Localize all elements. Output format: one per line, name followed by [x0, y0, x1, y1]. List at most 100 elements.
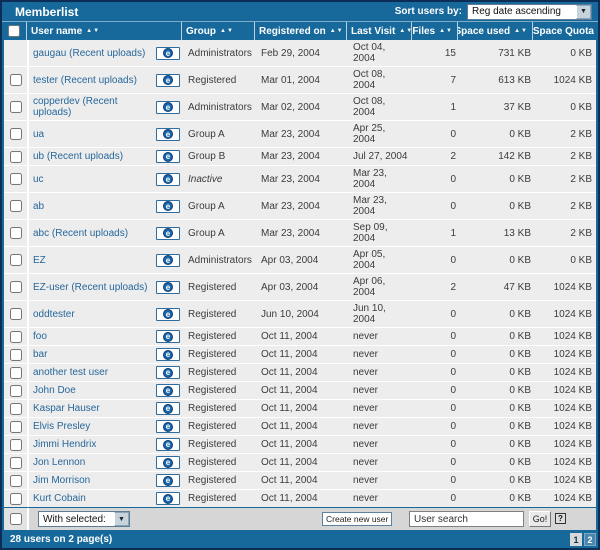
username-link[interactable]: Elvis Presley: [33, 421, 90, 432]
email-button[interactable]: e: [156, 420, 180, 433]
row-checkbox[interactable]: [10, 349, 22, 361]
row-checkbox[interactable]: [10, 227, 22, 239]
sort-select[interactable]: Reg date ascending ▼: [467, 4, 592, 20]
row-checkbox[interactable]: [10, 281, 22, 293]
username-cell: EZ: [29, 247, 152, 273]
username-link[interactable]: uc: [33, 174, 44, 185]
email-button[interactable]: e: [156, 456, 180, 469]
username-link[interactable]: another test user: [33, 367, 108, 378]
username-link[interactable]: Jimmi Hendrix: [33, 439, 96, 450]
email-button[interactable]: e: [156, 402, 180, 415]
email-button[interactable]: e: [156, 47, 180, 60]
header-group[interactable]: Group ▲▼: [182, 22, 255, 40]
row-checkbox[interactable]: [10, 421, 22, 433]
files-cell: 0: [414, 301, 460, 327]
email-button[interactable]: e: [156, 308, 180, 321]
email-button[interactable]: e: [156, 150, 180, 163]
bulk-select-checkbox[interactable]: [10, 513, 22, 525]
sort-arrows-icon[interactable]: ▲▼: [439, 28, 453, 34]
username-link[interactable]: Jon Lennon: [33, 457, 85, 468]
email-button[interactable]: e: [156, 492, 180, 505]
username-link[interactable]: Kurt Cobain: [33, 493, 86, 504]
row-checkbox[interactable]: [10, 74, 22, 86]
space-quota-cell: 1024 KB: [535, 301, 596, 327]
files-cell: 0: [414, 121, 460, 147]
username-link[interactable]: EZ-user (Recent uploads): [33, 282, 148, 293]
row-checkbox[interactable]: [10, 331, 22, 343]
help-icon[interactable]: ?: [555, 513, 566, 524]
email-button[interactable]: e: [156, 348, 180, 361]
email-icon: e: [163, 255, 173, 265]
header-space-used[interactable]: Space used ▲▼: [458, 22, 533, 40]
username-link[interactable]: John Doe: [33, 385, 76, 396]
page-link[interactable]: 2: [584, 533, 596, 546]
email-button[interactable]: e: [156, 474, 180, 487]
sort-arrows-icon[interactable]: ▲▼: [514, 28, 528, 34]
row-checkbox-cell: [4, 67, 29, 93]
row-checkbox[interactable]: [10, 173, 22, 185]
row-checkbox[interactable]: [10, 128, 22, 140]
create-new-user-button[interactable]: Create new user: [322, 512, 392, 526]
header-last-visit[interactable]: Last Visit ▲▼: [347, 22, 412, 40]
row-checkbox[interactable]: [10, 475, 22, 487]
last-visit-cell: Sep 09, 2004: [349, 220, 414, 246]
page-link-current[interactable]: 1: [570, 533, 582, 546]
username-link[interactable]: ab: [33, 201, 44, 212]
email-button[interactable]: e: [156, 366, 180, 379]
sort-arrows-icon[interactable]: ▲▼: [86, 28, 100, 34]
email-button[interactable]: e: [156, 101, 180, 114]
sort-arrows-icon[interactable]: ▲▼: [220, 28, 234, 34]
username-link[interactable]: tester (Recent uploads): [33, 75, 137, 86]
row-checkbox[interactable]: [10, 151, 22, 163]
username-link[interactable]: foo: [33, 331, 47, 342]
username-link[interactable]: Kaspar Hauser: [33, 403, 100, 414]
row-checkbox[interactable]: [10, 385, 22, 397]
table-header-row: User name ▲▼ Group ▲▼ Registered on ▲▼ L…: [2, 21, 598, 40]
header-files[interactable]: Files ▲▼: [412, 22, 458, 40]
email-button[interactable]: e: [156, 438, 180, 451]
files-cell: 7: [414, 67, 460, 93]
row-checkbox[interactable]: [10, 403, 22, 415]
username-link[interactable]: copperdev (Recent uploads): [33, 96, 118, 118]
username-link[interactable]: ua: [33, 129, 44, 140]
space-used-cell: 142 KB: [460, 148, 535, 165]
username-link[interactable]: gaugau (Recent uploads): [33, 48, 145, 59]
email-button[interactable]: e: [156, 384, 180, 397]
row-checkbox[interactable]: [10, 367, 22, 379]
email-button[interactable]: e: [156, 227, 180, 240]
email-button[interactable]: e: [156, 254, 180, 267]
space-used-cell: 0 KB: [460, 418, 535, 435]
username-link[interactable]: Jim Morrison: [33, 475, 90, 486]
select-all-checkbox[interactable]: [8, 25, 20, 37]
username-link[interactable]: ub (Recent uploads): [33, 151, 123, 162]
row-checkbox[interactable]: [10, 493, 22, 505]
username-link[interactable]: abc (Recent uploads): [33, 228, 128, 239]
row-checkbox[interactable]: [10, 457, 22, 469]
row-checkbox-cell: [4, 40, 29, 66]
username-link[interactable]: EZ: [33, 255, 46, 266]
group-cell: Administrators: [184, 40, 257, 66]
user-search-input[interactable]: [409, 511, 524, 527]
row-checkbox[interactable]: [10, 200, 22, 212]
space-used-cell: 0 KB: [460, 346, 535, 363]
email-button[interactable]: e: [156, 128, 180, 141]
username-link[interactable]: bar: [33, 349, 47, 360]
row-checkbox-cell: [4, 274, 29, 300]
header-registered-on[interactable]: Registered on ▲▼: [255, 22, 347, 40]
registered-on-cell: Mar 01, 2004: [257, 67, 349, 93]
go-button[interactable]: Go!: [529, 511, 551, 527]
sort-arrows-icon[interactable]: ▲▼: [330, 28, 344, 34]
row-checkbox[interactable]: [10, 254, 22, 266]
email-button[interactable]: e: [156, 200, 180, 213]
row-checkbox[interactable]: [10, 308, 22, 320]
header-user-name[interactable]: User name ▲▼: [27, 22, 182, 40]
username-link[interactable]: oddtester: [33, 309, 75, 320]
row-checkbox[interactable]: [10, 101, 22, 113]
sort-arrows-icon[interactable]: ▲▼: [399, 28, 412, 34]
with-selected-select[interactable]: With selected: ▼: [38, 511, 130, 527]
email-button[interactable]: e: [156, 330, 180, 343]
email-button[interactable]: e: [156, 281, 180, 294]
row-checkbox[interactable]: [10, 439, 22, 451]
email-button[interactable]: e: [156, 74, 180, 87]
email-button[interactable]: e: [156, 173, 180, 186]
